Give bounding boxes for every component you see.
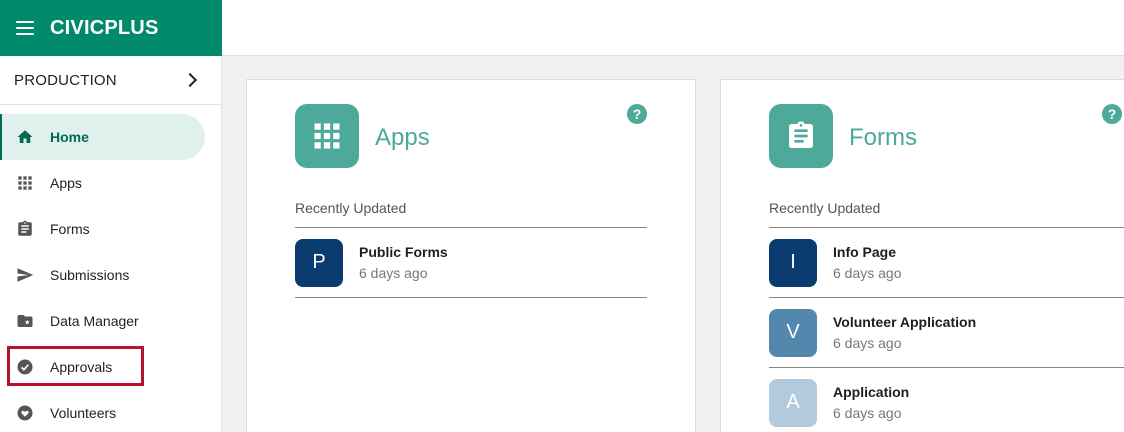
sidebar-item-label: Forms: [50, 221, 90, 237]
sidebar-item-label: Approvals: [50, 359, 113, 375]
sidebar-item-apps[interactable]: Apps: [0, 160, 205, 206]
clipboard-icon: [16, 220, 34, 238]
list-item[interactable]: A Application 6 days ago: [769, 368, 1124, 432]
sidebar-item-data-manager[interactable]: Data Manager: [0, 298, 205, 344]
sidebar-item-approvals[interactable]: Approvals: [0, 344, 205, 390]
home-icon: [16, 128, 34, 146]
item-updated: 6 days ago: [833, 265, 902, 281]
brand-bar: CIVICPLUS: [0, 0, 222, 56]
sidebar-item-volunteers[interactable]: Volunteers: [0, 390, 205, 432]
sidebar-item-label: Home: [50, 129, 89, 145]
help-icon[interactable]: ?: [1102, 104, 1122, 124]
form-avatar: A: [769, 378, 817, 427]
sidebar-item-label: Apps: [50, 175, 82, 191]
sidebar-item-label: Volunteers: [50, 405, 117, 421]
sidebar-item-home[interactable]: Home: [0, 114, 205, 160]
heart-hand-icon: [16, 404, 34, 422]
recently-updated-label: Recently Updated: [295, 200, 407, 216]
sidebar-item-forms[interactable]: Forms: [0, 206, 205, 252]
forms-tile-icon: [769, 104, 833, 168]
top-bar: [222, 0, 1124, 56]
item-name: Application: [833, 384, 910, 400]
environment-label: PRODUCTION: [14, 71, 117, 89]
check-circle-icon: [16, 358, 34, 376]
item-updated: 6 days ago: [359, 265, 428, 281]
item-name: Volunteer Application: [833, 314, 977, 330]
forms-recent-list: I Info Page 6 days ago V Volunteer Appli…: [769, 227, 1124, 432]
item-name: Public Forms: [359, 244, 448, 260]
list-item[interactable]: I Info Page 6 days ago: [769, 228, 1124, 298]
forms-card: Forms ? Recently Updated I Info Page 6 d…: [720, 79, 1124, 432]
sidebar: PRODUCTION Home Apps Forms Submissions D…: [0, 56, 222, 432]
sidebar-item-label: Submissions: [50, 267, 130, 283]
app-avatar: P: [295, 238, 343, 287]
brand-logo[interactable]: CIVICPLUS: [50, 17, 158, 40]
help-icon[interactable]: ?: [627, 104, 647, 124]
apps-card: Apps ? Recently Updated P Public Forms 6…: [246, 79, 696, 432]
form-avatar: V: [769, 308, 817, 357]
send-icon: [16, 266, 34, 284]
list-item[interactable]: P Public Forms 6 days ago: [295, 228, 647, 298]
sidebar-item-label: Data Manager: [50, 313, 139, 329]
item-name: Info Page: [833, 244, 897, 260]
chevron-right-icon: [182, 72, 198, 88]
list-item[interactable]: V Volunteer Application 6 days ago: [769, 298, 1124, 368]
folder-star-icon: [16, 312, 34, 330]
forms-card-title[interactable]: Forms: [849, 124, 917, 152]
item-updated: 6 days ago: [833, 405, 902, 421]
item-updated: 6 days ago: [833, 335, 902, 351]
sidebar-item-submissions[interactable]: Submissions: [0, 252, 205, 298]
apps-tile-icon: [295, 104, 359, 168]
environment-selector[interactable]: PRODUCTION: [0, 56, 221, 105]
hamburger-menu-icon[interactable]: [16, 18, 38, 38]
recently-updated-label: Recently Updated: [769, 200, 881, 216]
form-avatar: I: [769, 238, 817, 287]
sidebar-nav: Home Apps Forms Submissions Data Manager: [0, 114, 221, 432]
grid-icon: [16, 174, 34, 192]
apps-recent-list: P Public Forms 6 days ago: [295, 227, 647, 298]
apps-card-title[interactable]: Apps: [375, 124, 430, 152]
